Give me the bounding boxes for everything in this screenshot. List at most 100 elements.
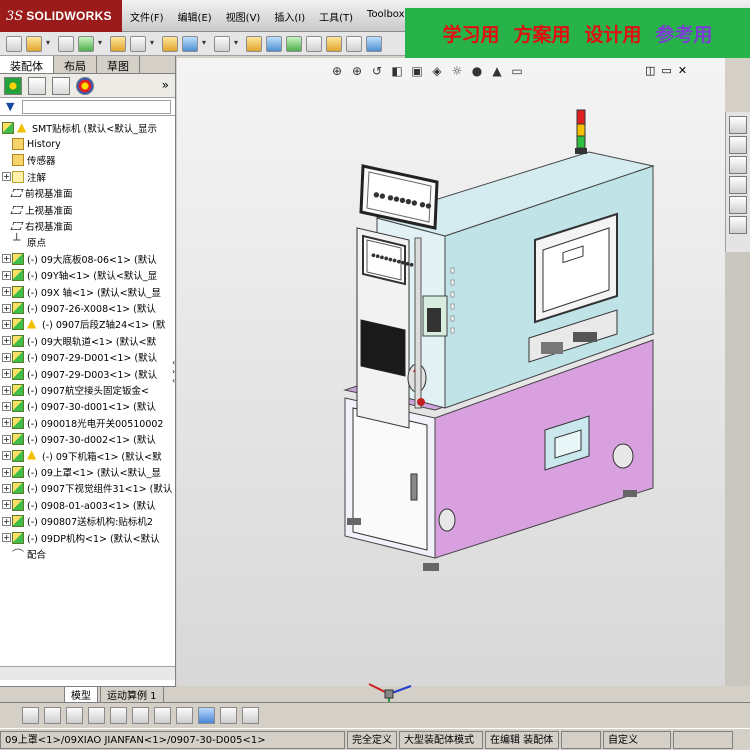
solidworks-logo[interactable]: 3S SOLIDWORKS: [0, 0, 122, 32]
bill-of-materials-icon[interactable]: [306, 35, 322, 52]
tree-item[interactable]: + (-) 09下机箱<1> (默认<默: [2, 447, 162, 464]
chevron-down-icon[interactable]: [150, 36, 158, 52]
tree-expand-toggle[interactable]: +: [2, 352, 11, 362]
sketch-icon[interactable]: [346, 35, 362, 52]
tree-item[interactable]: 前视基准面: [2, 185, 73, 201]
shaded-edges-icon[interactable]: [88, 707, 105, 724]
view-orientation-icon[interactable]: ▣: [410, 64, 424, 78]
minimize-icon[interactable]: ▭: [661, 64, 671, 77]
configuration-manager-icon[interactable]: [52, 76, 70, 95]
shaded-icon[interactable]: [110, 707, 127, 724]
perspective-icon[interactable]: [154, 707, 171, 724]
display-style-icon[interactable]: ◈: [430, 64, 444, 78]
tab-layout[interactable]: 布局: [54, 56, 97, 73]
hidden-lines-removed-icon[interactable]: [66, 707, 83, 724]
tree-expand-toggle[interactable]: +: [2, 451, 11, 461]
scene-icon[interactable]: ▲: [490, 64, 504, 78]
tree-expand-toggle[interactable]: +: [2, 172, 11, 182]
tree-expand-toggle[interactable]: +: [2, 500, 11, 510]
tree-expand-toggle[interactable]: +: [2, 516, 11, 526]
wireframe-icon[interactable]: [22, 707, 39, 724]
isometric-view-icon[interactable]: [198, 707, 215, 724]
tree-item[interactable]: 上视基准面: [2, 202, 73, 218]
view-settings-icon[interactable]: ▭: [510, 64, 524, 78]
curvature-icon[interactable]: [176, 707, 193, 724]
tree-root[interactable]: SMT贴标机 (默认<默认_显示: [2, 120, 157, 136]
chevron-down-icon[interactable]: [98, 36, 106, 52]
expand-panel-icon[interactable]: »: [162, 78, 169, 92]
menu-tools[interactable]: 工具(T): [319, 9, 353, 24]
tree-item[interactable]: + (-) 0907后段Z轴24<1> (默: [2, 316, 165, 332]
menu-insert[interactable]: 插入(I): [274, 9, 305, 24]
display-manager-icon[interactable]: [76, 76, 94, 95]
move-component-icon[interactable]: [182, 35, 198, 52]
top-view-icon[interactable]: [220, 707, 237, 724]
tree-expand-toggle[interactable]: +: [2, 483, 11, 493]
section-icon[interactable]: [242, 707, 259, 724]
insert-component-icon[interactable]: [110, 35, 126, 52]
tree-item[interactable]: + (-) 0907-29-D003<1> (默认: [2, 366, 157, 382]
tree-item[interactable]: + (-) 09DP机构<1> (默认<默认: [2, 530, 160, 546]
previous-view-icon[interactable]: ↺: [370, 64, 384, 78]
tree-item[interactable]: History: [2, 136, 61, 152]
graphics-area[interactable]: ●●●●●●●●●● ●● ●●●●● ●●: [177, 58, 725, 716]
tree-item[interactable]: + (-) 09Y轴<1> (默认<默认_显: [2, 267, 157, 283]
hide-show-items-icon[interactable]: ☼: [450, 64, 464, 78]
tree-expand-toggle[interactable]: +: [2, 467, 11, 477]
tree-item[interactable]: + (-) 09大眼轨道<1> (默认<默: [2, 333, 156, 349]
new-motion-study-icon[interactable]: [286, 35, 302, 52]
tree-item[interactable]: 配合: [2, 546, 46, 563]
exploded-view-icon[interactable]: [326, 35, 342, 52]
open-icon[interactable]: [26, 35, 42, 52]
menu-file[interactable]: 文件(F): [130, 9, 164, 24]
view-palette-icon[interactable]: [729, 176, 747, 194]
chevron-down-icon[interactable]: [234, 36, 242, 52]
tree-item[interactable]: + (-) 0907-30-d001<1> (默认: [2, 398, 156, 414]
tree-item[interactable]: 右视基准面: [2, 218, 73, 234]
file-explorer-icon[interactable]: [729, 156, 747, 174]
tab-assembly[interactable]: 装配体: [0, 56, 54, 73]
menu-edit[interactable]: 编辑(E): [178, 9, 212, 24]
custom-properties-icon[interactable]: [729, 216, 747, 234]
tree-item[interactable]: + (-) 0907下视觉组件31<1> (默认: [2, 480, 172, 496]
tree-expand-toggle[interactable]: +: [2, 385, 11, 395]
horizontal-scrollbar[interactable]: [0, 666, 175, 680]
mate-icon[interactable]: [130, 35, 146, 52]
menu-toolbox[interactable]: Toolbox: [367, 9, 405, 24]
restore-icon[interactable]: ◫: [645, 64, 655, 77]
tree-item[interactable]: + (-) 0907-26-X008<1> (默认: [2, 300, 156, 316]
tree-item[interactable]: + (-) 09上罩<1> (默认<默认_显: [2, 464, 161, 480]
chevron-down-icon[interactable]: [202, 36, 210, 52]
tree-item[interactable]: + 注解: [2, 169, 46, 185]
filter-icon[interactable]: ▼: [6, 100, 14, 113]
status-help[interactable]: [673, 730, 733, 749]
tree-expand-toggle[interactable]: +: [2, 254, 11, 264]
property-manager-icon[interactable]: [28, 76, 46, 95]
solidworks-resources-icon[interactable]: [729, 116, 747, 134]
reference-geometry-icon[interactable]: [266, 35, 282, 52]
tree-item[interactable]: + (-) 0907航空接头固定钣金<: [2, 382, 149, 398]
appearances-icon[interactable]: [729, 196, 747, 214]
tree-expand-toggle[interactable]: +: [2, 434, 11, 444]
chevron-down-icon[interactable]: [46, 36, 54, 52]
tree-expand-toggle[interactable]: +: [2, 369, 11, 379]
zoom-to-fit-icon[interactable]: ⊕: [330, 64, 344, 78]
tree-expand-toggle[interactable]: +: [2, 319, 11, 329]
pin-icon[interactable]: [58, 35, 74, 52]
status-units[interactable]: 自定义: [603, 730, 671, 749]
tree-expand-toggle[interactable]: +: [2, 287, 11, 297]
section-view-icon[interactable]: ◧: [390, 64, 404, 78]
show-hidden-icon[interactable]: [214, 35, 230, 52]
tree-item[interactable]: + (-) 0907-29-D001<1> (默认: [2, 349, 157, 365]
tree-expand-toggle[interactable]: +: [2, 418, 11, 428]
close-icon[interactable]: ✕: [678, 64, 687, 77]
tree-item[interactable]: 原点: [2, 233, 46, 250]
tab-motion-study[interactable]: 运动算例 1: [100, 686, 164, 703]
feature-manager-icon[interactable]: [4, 76, 22, 95]
tree-expand-toggle[interactable]: +: [2, 533, 11, 543]
tree-item[interactable]: + (-) 09X 轴<1> (默认<默认_显: [2, 284, 161, 300]
tree-item[interactable]: + (-) 09大底板08-06<1> (默认: [2, 251, 157, 267]
tab-model[interactable]: 模型: [64, 686, 98, 703]
assembly-features-icon[interactable]: [246, 35, 262, 52]
tab-sketch[interactable]: 草图: [97, 56, 140, 73]
